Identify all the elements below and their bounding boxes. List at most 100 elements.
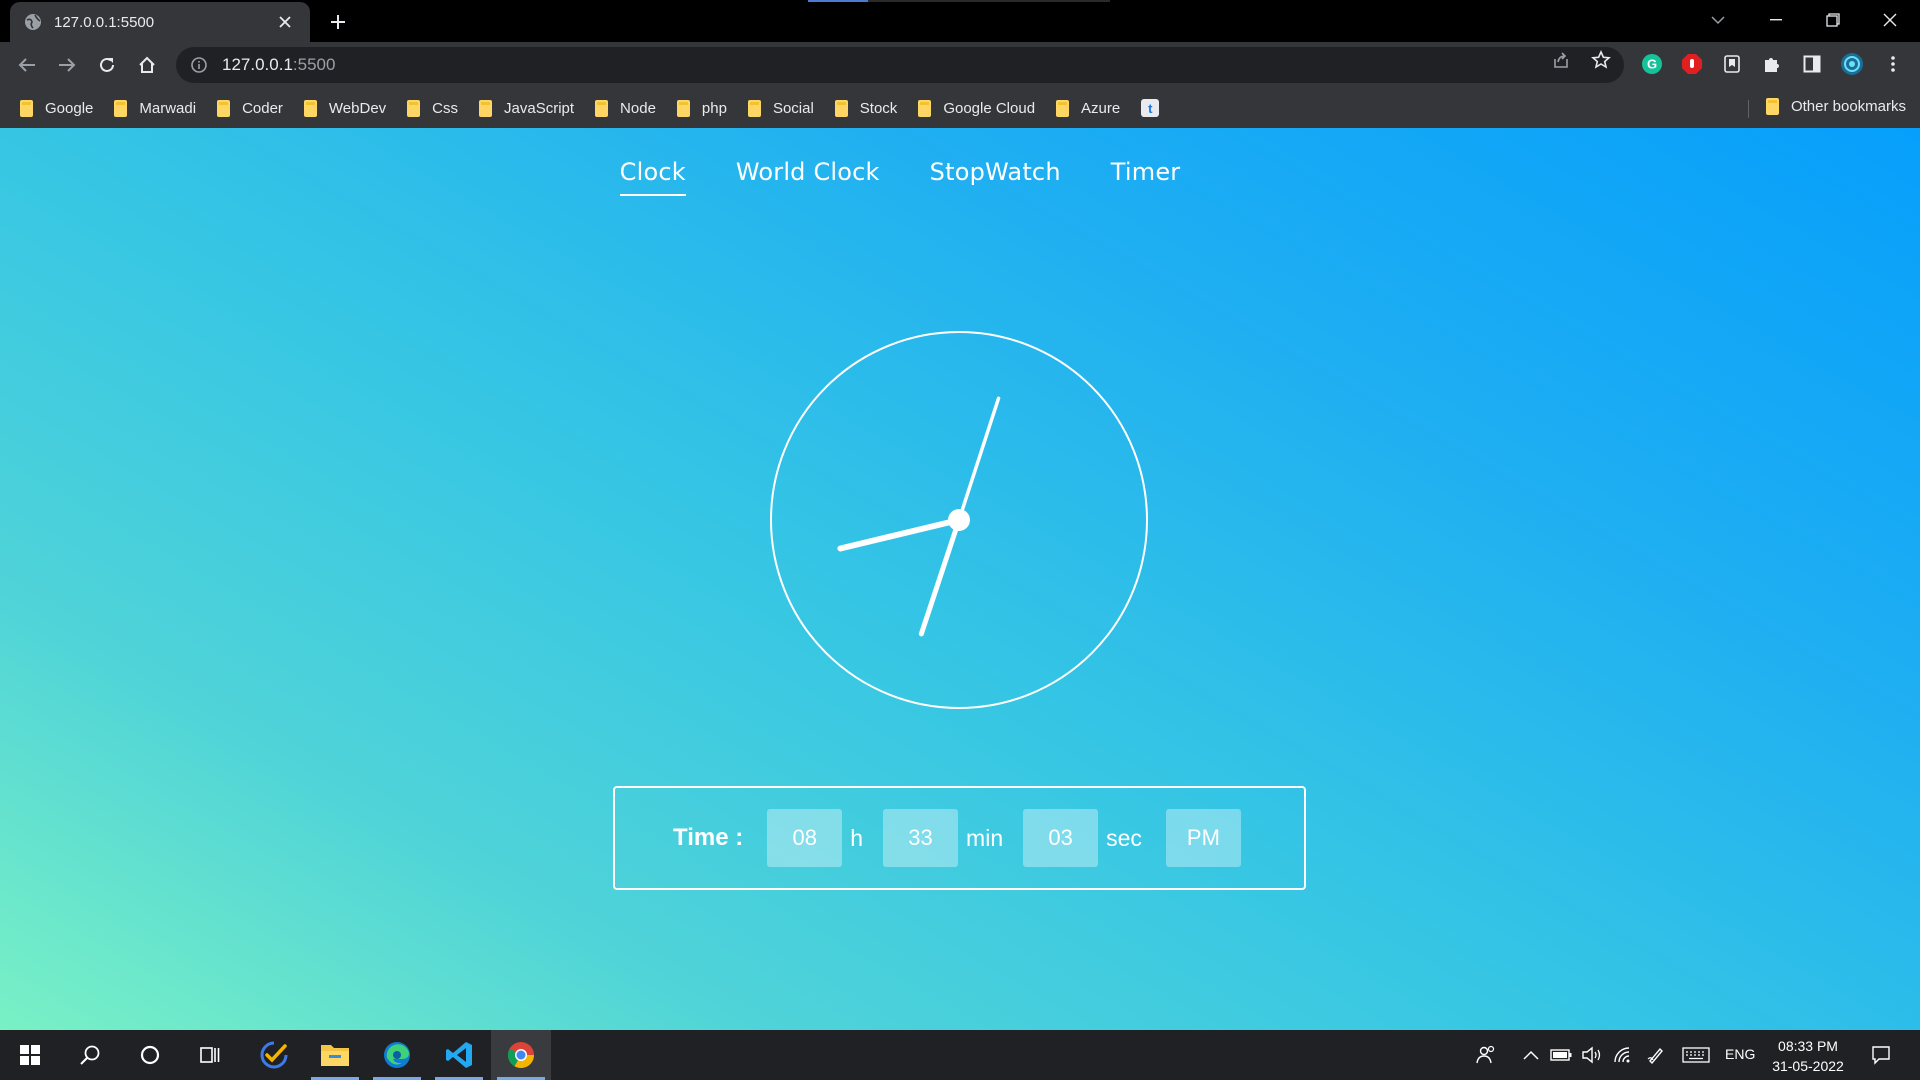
browser-toolbar: 127.0.0.1:5500 G — [0, 42, 1920, 88]
clock-center-pin — [948, 509, 970, 531]
kebab-menu-icon[interactable] — [1880, 51, 1906, 77]
bookmark-folder[interactable]: JavaScript — [479, 99, 574, 117]
analog-clock — [770, 331, 1148, 709]
page-content: Clock World Clock StopWatch Timer Time :… — [0, 128, 1920, 1030]
minute-hand — [918, 517, 962, 637]
close-icon[interactable] — [274, 11, 296, 33]
nav-world-clock[interactable]: World Clock — [736, 158, 880, 196]
minutes-value: 33 — [883, 809, 959, 867]
plus-icon[interactable] — [324, 8, 352, 36]
wifi-icon[interactable] — [1611, 1030, 1635, 1080]
bookmarks-bar: Google Marwadi Coder WebDev Css JavaScri… — [0, 88, 1920, 128]
folder-icon — [407, 99, 421, 117]
ampm-value: PM — [1165, 809, 1241, 867]
folder-icon — [1056, 99, 1070, 117]
bookmark-folder[interactable]: Marwadi — [114, 99, 196, 117]
address-bar[interactable]: 127.0.0.1:5500 — [176, 47, 1624, 83]
reload-icon[interactable] — [93, 51, 121, 79]
bookmark-folder[interactable]: Azure — [1056, 99, 1120, 117]
home-icon[interactable] — [133, 51, 161, 79]
grammarly-icon[interactable]: G — [1639, 51, 1665, 77]
window-close-button[interactable] — [1862, 0, 1918, 40]
bookmark-folder[interactable]: Google — [20, 99, 93, 117]
main-nav: Clock World Clock StopWatch Timer — [0, 158, 1920, 196]
folder-icon — [676, 99, 690, 117]
bookmark-folder[interactable]: Node — [595, 99, 656, 117]
hours-unit: h — [850, 824, 864, 851]
keyboard-icon[interactable] — [1680, 1030, 1712, 1080]
tab-title: 127.0.0.1:5500 — [54, 13, 155, 31]
bookmark-folder[interactable]: php — [676, 99, 727, 117]
url-text: 127.0.0.1:5500 — [222, 55, 336, 74]
folder-icon — [303, 99, 317, 117]
second-hand — [957, 396, 1001, 522]
browser-tab[interactable]: 127.0.0.1:5500 — [10, 2, 310, 42]
share-icon[interactable] — [1550, 49, 1572, 71]
star-icon[interactable] — [1590, 49, 1612, 71]
folder-icon — [595, 99, 609, 117]
minimize-button[interactable] — [1748, 0, 1804, 40]
nav-clock[interactable]: Clock — [619, 158, 686, 196]
volume-icon[interactable] — [1580, 1030, 1604, 1080]
info-icon[interactable] — [190, 56, 208, 74]
profile-icon[interactable] — [1839, 51, 1865, 77]
digital-time-panel: Time : 08 h 33 min 03 sec PM — [613, 786, 1306, 890]
bookmark-folder[interactable]: Stock — [834, 99, 897, 117]
svg-text:G: G — [1647, 57, 1657, 72]
back-icon[interactable] — [13, 51, 41, 79]
file-explorer-icon[interactable] — [305, 1030, 365, 1080]
seconds-value: 03 — [1023, 809, 1099, 867]
chevron-up-icon[interactable] — [1520, 1030, 1542, 1080]
bookmark-ext-icon[interactable] — [1719, 51, 1745, 77]
folder-icon — [834, 99, 848, 117]
battery-icon[interactable] — [1549, 1030, 1573, 1080]
folder-icon — [20, 99, 33, 117]
folder-icon — [217, 99, 231, 117]
bookmarks-separator — [1748, 100, 1749, 118]
taskbar-date: 31-05-2022 — [1772, 1058, 1844, 1074]
chrome-icon[interactable] — [491, 1030, 551, 1080]
cortana-icon[interactable] — [120, 1030, 180, 1080]
people-icon[interactable] — [1474, 1030, 1498, 1080]
nav-timer[interactable]: Timer — [1111, 158, 1181, 196]
bookmark-folder[interactable]: Google Cloud — [918, 99, 1035, 117]
restore-button[interactable] — [1805, 0, 1861, 40]
folder-icon — [114, 99, 128, 117]
task-view-icon[interactable] — [180, 1030, 240, 1080]
tab-search-icon[interactable] — [1690, 0, 1746, 40]
globe-icon — [24, 13, 42, 31]
taskbar-time: 08:33 PM — [1778, 1038, 1838, 1054]
browser-tabstrip: 127.0.0.1:5500 — [0, 0, 1920, 42]
hour-hand — [837, 517, 962, 552]
folder-icon — [1765, 98, 1779, 115]
search-icon[interactable] — [60, 1030, 120, 1080]
folder-icon — [479, 99, 493, 117]
adblock-icon[interactable] — [1679, 51, 1705, 77]
bookmark-folder[interactable]: Coder — [217, 99, 283, 117]
bookmark-link[interactable]: t — [1141, 99, 1160, 117]
nav-stopwatch[interactable]: StopWatch — [930, 158, 1061, 196]
other-bookmarks[interactable]: Other bookmarks — [1765, 98, 1906, 115]
bookmark-folder[interactable]: Css — [407, 99, 458, 117]
input-language[interactable]: ENG — [1725, 1046, 1755, 1062]
vscode-icon[interactable] — [429, 1030, 489, 1080]
tumblr-icon: t — [1141, 99, 1160, 117]
taskbar-clock[interactable]: 08:33 PM 31-05-2022 — [1764, 1036, 1852, 1076]
forward-icon[interactable] — [53, 51, 81, 79]
pen-icon[interactable] — [1644, 1030, 1668, 1080]
seconds-unit: sec — [1106, 824, 1142, 851]
edge-icon[interactable] — [367, 1030, 427, 1080]
bookmark-folder[interactable]: WebDev — [303, 99, 386, 117]
folder-icon — [747, 99, 761, 117]
sidepanel-icon[interactable] — [1799, 51, 1825, 77]
puzzle-icon[interactable] — [1759, 51, 1785, 77]
notification-icon[interactable] — [1866, 1030, 1896, 1080]
bookmark-folder[interactable]: Social — [747, 99, 814, 117]
windows-taskbar: ENG 08:33 PM 31-05-2022 — [0, 1030, 1920, 1080]
windows-start-icon[interactable] — [0, 1030, 60, 1080]
todo-icon[interactable] — [244, 1030, 304, 1080]
tab-loading-indicator — [808, 0, 1110, 2]
folder-icon — [918, 99, 932, 117]
hours-value: 08 — [767, 809, 843, 867]
time-label: Time : — [673, 824, 744, 851]
